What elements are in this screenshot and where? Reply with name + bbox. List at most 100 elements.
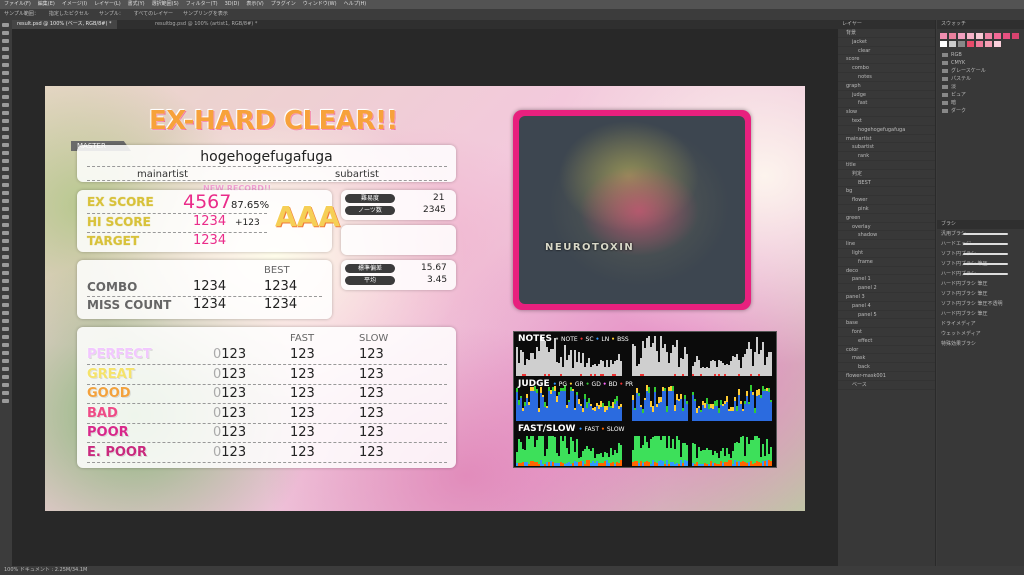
option-item[interactable]: サンプリングを表示	[183, 11, 228, 17]
tool-icon[interactable]	[2, 159, 9, 163]
option-item[interactable]: サンプル：	[99, 11, 124, 17]
tool-icon[interactable]	[2, 183, 9, 187]
tool-icon[interactable]	[2, 175, 9, 179]
layer-row[interactable]: line	[838, 240, 935, 249]
layer-row[interactable]: 背景	[838, 29, 935, 38]
layer-row[interactable]: overlay	[838, 223, 935, 232]
swatch[interactable]	[958, 41, 965, 47]
tool-icon[interactable]	[2, 207, 9, 211]
brush-preset[interactable]: ソフト円ブラシ 筆圧	[937, 289, 1024, 299]
tool-icon[interactable]	[2, 231, 9, 235]
tool-icon[interactable]	[2, 63, 9, 67]
layer-row[interactable]: green	[838, 214, 935, 223]
layer-row[interactable]: rank	[838, 152, 935, 161]
tab-resultbg[interactable]: resultbg.psd @ 100% (artist1, RGB/8#) *	[150, 20, 262, 29]
tool-icon[interactable]	[2, 199, 9, 203]
tool-icon[interactable]	[2, 151, 9, 155]
result-artwork[interactable]: EX-HARD CLEAR!! MASTER hogehogefugafuga …	[45, 86, 805, 511]
swatch[interactable]	[949, 41, 956, 47]
tool-icon[interactable]	[2, 167, 9, 171]
menu-item[interactable]: ファイル(F)	[4, 1, 31, 7]
swatch-folder[interactable]: RGB	[937, 51, 1024, 59]
swatch[interactable]	[940, 33, 947, 39]
tool-icon[interactable]	[2, 119, 9, 123]
layer-row[interactable]: frame	[838, 258, 935, 267]
tool-icon[interactable]	[2, 39, 9, 43]
layer-row[interactable]: mainartist	[838, 135, 935, 144]
layer-row[interactable]: panel 1	[838, 275, 935, 285]
tool-icon[interactable]	[2, 111, 9, 115]
tool-icon[interactable]	[2, 223, 9, 227]
layer-row[interactable]: bg	[838, 187, 935, 197]
tool-icon[interactable]	[2, 263, 9, 267]
tab-result[interactable]: result.psd @ 100% (ベース, RGB/8#) *	[12, 20, 117, 29]
brush-preset[interactable]: ハード円ブラシ	[937, 269, 1024, 279]
swatch[interactable]	[949, 33, 956, 39]
layer-row[interactable]: flower-mask001	[838, 372, 935, 381]
swatch[interactable]	[985, 41, 992, 47]
layer-row[interactable]: effect	[838, 337, 935, 346]
layer-row[interactable]: judge	[838, 91, 935, 100]
layer-row[interactable]: font	[838, 328, 935, 337]
swatch[interactable]	[994, 33, 1001, 39]
option-item[interactable]: すべてのレイヤー	[134, 11, 173, 17]
tool-icon[interactable]	[2, 71, 9, 75]
brush-preset[interactable]: 汎用ブラシ	[937, 229, 1024, 239]
brush-preset[interactable]: ハード円ブラシ 筆圧	[937, 309, 1024, 319]
tool-icon[interactable]	[2, 335, 9, 339]
layer-row[interactable]: notes	[838, 73, 935, 82]
brush-preset[interactable]: ソフト円ブラシ 筆圧	[937, 259, 1024, 269]
menu-item[interactable]: 表示(V)	[246, 1, 263, 7]
brush-panel-header[interactable]: ブラシ	[937, 220, 1024, 229]
tool-icon[interactable]	[2, 143, 9, 147]
swatch-folder[interactable]: ピュア	[937, 91, 1024, 99]
tool-icon[interactable]	[2, 327, 9, 331]
brush-preset[interactable]: ソフト円ブラシ 筆圧不透明	[937, 299, 1024, 309]
brush-preset[interactable]: 特殊効果ブラシ	[937, 339, 1024, 349]
swatch[interactable]	[976, 41, 983, 47]
tool-icon[interactable]	[2, 311, 9, 315]
tool-icon[interactable]	[2, 319, 9, 323]
tool-icon[interactable]	[2, 271, 9, 275]
swatch[interactable]	[1003, 33, 1010, 39]
menu-item[interactable]: イメージ(I)	[62, 1, 87, 7]
brush-preset[interactable]: ウェットメディア	[937, 329, 1024, 339]
menu-item[interactable]: 書式(Y)	[128, 1, 145, 7]
tool-icon[interactable]	[2, 127, 9, 131]
tool-icon[interactable]	[2, 287, 9, 291]
layer-row[interactable]: back	[838, 363, 935, 373]
menu-item[interactable]: ウィンドウ(W)	[303, 1, 337, 7]
layer-row[interactable]: panel 2	[838, 284, 935, 293]
swatch[interactable]	[967, 41, 974, 47]
layers-panel-header[interactable]: レイヤー	[838, 20, 935, 29]
menu-item[interactable]: 編集(E)	[38, 1, 55, 7]
tool-icon[interactable]	[2, 247, 9, 251]
layer-row[interactable]: mask	[838, 354, 935, 364]
tool-icon[interactable]	[2, 215, 9, 219]
tool-icon[interactable]	[2, 303, 9, 307]
tool-icon[interactable]	[2, 399, 9, 403]
layer-row[interactable]: 判定	[838, 170, 935, 179]
swatch[interactable]	[1012, 33, 1019, 39]
swatch-folder[interactable]: ダーク	[937, 107, 1024, 115]
layer-row[interactable]: pink	[838, 205, 935, 214]
layer-row[interactable]: BEST	[838, 179, 935, 188]
layer-row[interactable]: fast	[838, 99, 935, 109]
layer-row[interactable]: slow	[838, 108, 935, 117]
swatch[interactable]	[958, 33, 965, 39]
tool-icon[interactable]	[2, 295, 9, 299]
layer-row[interactable]: shadow	[838, 231, 935, 241]
tool-icon[interactable]	[2, 87, 9, 91]
layer-row[interactable]: deco	[838, 267, 935, 276]
layer-row[interactable]: panel 4	[838, 302, 935, 311]
menu-item[interactable]: 選択範囲(S)	[152, 1, 179, 7]
tool-icon[interactable]	[2, 47, 9, 51]
swatch-folder[interactable]: 淡	[937, 83, 1024, 91]
brush-preset[interactable]: ソフト円ブラシ	[937, 249, 1024, 259]
tool-icon[interactable]	[2, 103, 9, 107]
tool-icon[interactable]	[2, 239, 9, 243]
tool-icon[interactable]	[2, 391, 9, 395]
layer-row[interactable]: base	[838, 319, 935, 329]
menu-item[interactable]: 3D(D)	[225, 1, 240, 7]
layer-row[interactable]: score	[838, 55, 935, 65]
